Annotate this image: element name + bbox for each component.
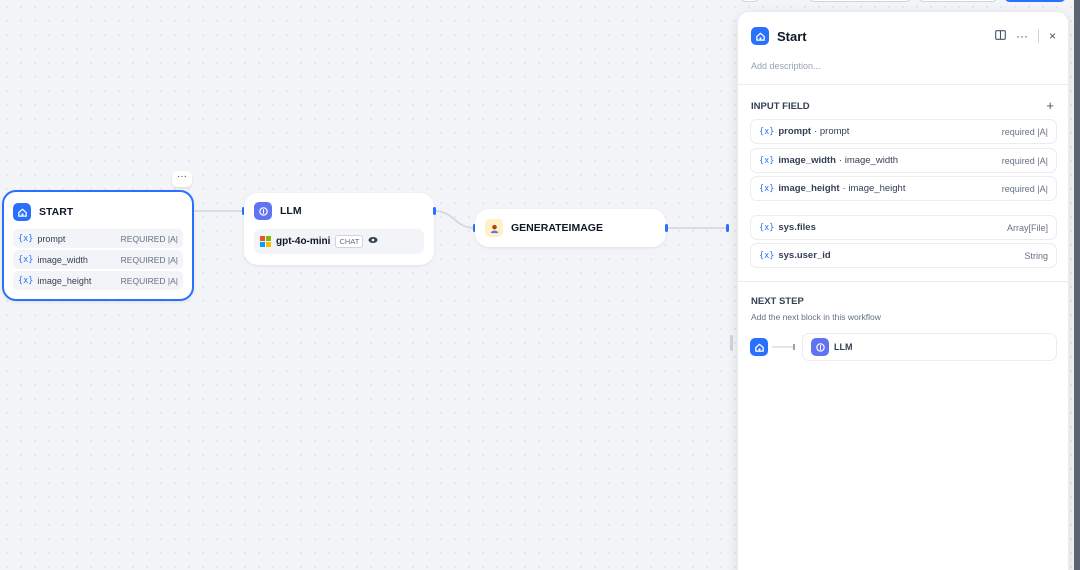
next-step-title: NEXT STEP [751, 296, 804, 307]
variable-icon: {x} [18, 275, 34, 286]
next-block-label: LLM [834, 342, 853, 352]
start-node-header: START [13, 203, 183, 221]
header-divider [1037, 29, 1039, 43]
variable-name: image_height [37, 275, 92, 286]
llm-node[interactable]: LLM gpt-4o-mini CHAT [244, 193, 434, 265]
generate-output-handle[interactable] [665, 224, 668, 232]
variable-icon: {x} [759, 222, 775, 233]
llm-node-header: LLM [254, 202, 424, 220]
start-variable-row: {x} prompt REQUIRED |A| [13, 229, 183, 248]
llm-node-title: LLM [280, 205, 302, 217]
add-field-icon[interactable]: + [1046, 98, 1054, 113]
field-name: sys.user_id [778, 250, 831, 261]
panel-header: Start ··· × [751, 25, 1056, 47]
field-name: image_height [778, 183, 840, 194]
variable-tag: REQUIRED |A| [120, 233, 178, 244]
system-field-row: {x} sys.files Array[File] [750, 215, 1057, 240]
tool-avatar-icon [485, 219, 503, 237]
divider [738, 84, 1068, 85]
variable-icon: {x} [759, 250, 775, 261]
field-meta: required |A| [1001, 126, 1048, 137]
model-name: gpt-4o-mini [276, 236, 331, 247]
field-type: Array[File] [1006, 222, 1048, 233]
generate-node-header: GENERATEIMAGE [485, 219, 603, 237]
system-field-row: {x} sys.user_id String [750, 243, 1057, 268]
node-settings-panel: Start ··· × Add description... INPUT FIE… [737, 11, 1069, 570]
variable-icon: {x} [18, 254, 34, 265]
node-more-button[interactable]: ··· [172, 171, 192, 187]
variable-name: prompt [37, 233, 66, 244]
input-field-row[interactable]: {x} prompt · prompt required |A| [750, 119, 1057, 144]
more-options-icon[interactable]: ··· [1016, 29, 1028, 43]
next-step-subtitle: Add the next block in this workflow [751, 312, 881, 322]
field-type: String [1024, 250, 1048, 261]
close-icon[interactable]: × [1049, 29, 1056, 43]
field-meta: required |A| [1001, 155, 1048, 166]
model-selector[interactable]: gpt-4o-mini CHAT [254, 229, 424, 254]
llm-brain-icon [811, 338, 829, 356]
input-field-row[interactable]: {x} image_height · image_height required… [750, 176, 1057, 201]
home-icon [750, 338, 768, 356]
input-field-row[interactable]: {x} image_width · image_width required |… [750, 148, 1057, 173]
edge-llm-generate [433, 210, 476, 229]
field-label: · prompt [814, 126, 850, 137]
variable-tag: REQUIRED |A| [120, 254, 178, 265]
generate-image-node[interactable]: GENERATEIMAGE [475, 209, 666, 247]
variable-icon: {x} [759, 126, 775, 137]
mode-badge: CHAT [335, 235, 364, 248]
field-label: · image_height [842, 183, 906, 194]
start-node[interactable]: START {x} prompt REQUIRED |A| {x} image_wi… [2, 190, 194, 301]
eye-icon [368, 236, 378, 247]
llm-brain-icon [254, 202, 272, 220]
variable-icon: {x} [759, 183, 775, 194]
field-name: image_width [778, 155, 836, 166]
start-node-title: START [39, 206, 74, 218]
home-icon [751, 27, 769, 45]
variable-icon: {x} [759, 155, 775, 166]
start-variable-row: {x} image_width REQUIRED |A| [13, 250, 183, 269]
start-variable-row: {x} image_height REQUIRED |A| [13, 271, 183, 290]
next-input-handle[interactable] [726, 224, 729, 232]
connector-icon [772, 344, 795, 350]
home-icon [13, 203, 31, 221]
divider [738, 281, 1068, 282]
next-step-row: LLM [750, 333, 1057, 361]
input-field-title: INPUT FIELD [751, 101, 810, 112]
field-name: prompt [778, 126, 812, 137]
next-block-card[interactable]: LLM [802, 333, 1057, 361]
window-edge [1074, 0, 1080, 570]
variable-icon: {x} [18, 233, 34, 244]
generate-node-title: GENERATEIMAGE [511, 222, 603, 234]
variable-tag: REQUIRED |A| [120, 275, 178, 286]
panel-resize-handle[interactable] [730, 335, 733, 351]
field-meta: required |A| [1001, 183, 1048, 194]
llm-output-handle[interactable] [433, 207, 436, 215]
field-label: · image_width [838, 155, 899, 166]
microsoft-logo-icon [260, 236, 271, 247]
variable-name: image_width [37, 254, 88, 265]
panel-title[interactable]: Start [777, 29, 807, 44]
split-view-icon[interactable] [995, 29, 1006, 43]
field-name: sys.files [778, 222, 816, 233]
description-input[interactable]: Add description... [751, 61, 821, 71]
